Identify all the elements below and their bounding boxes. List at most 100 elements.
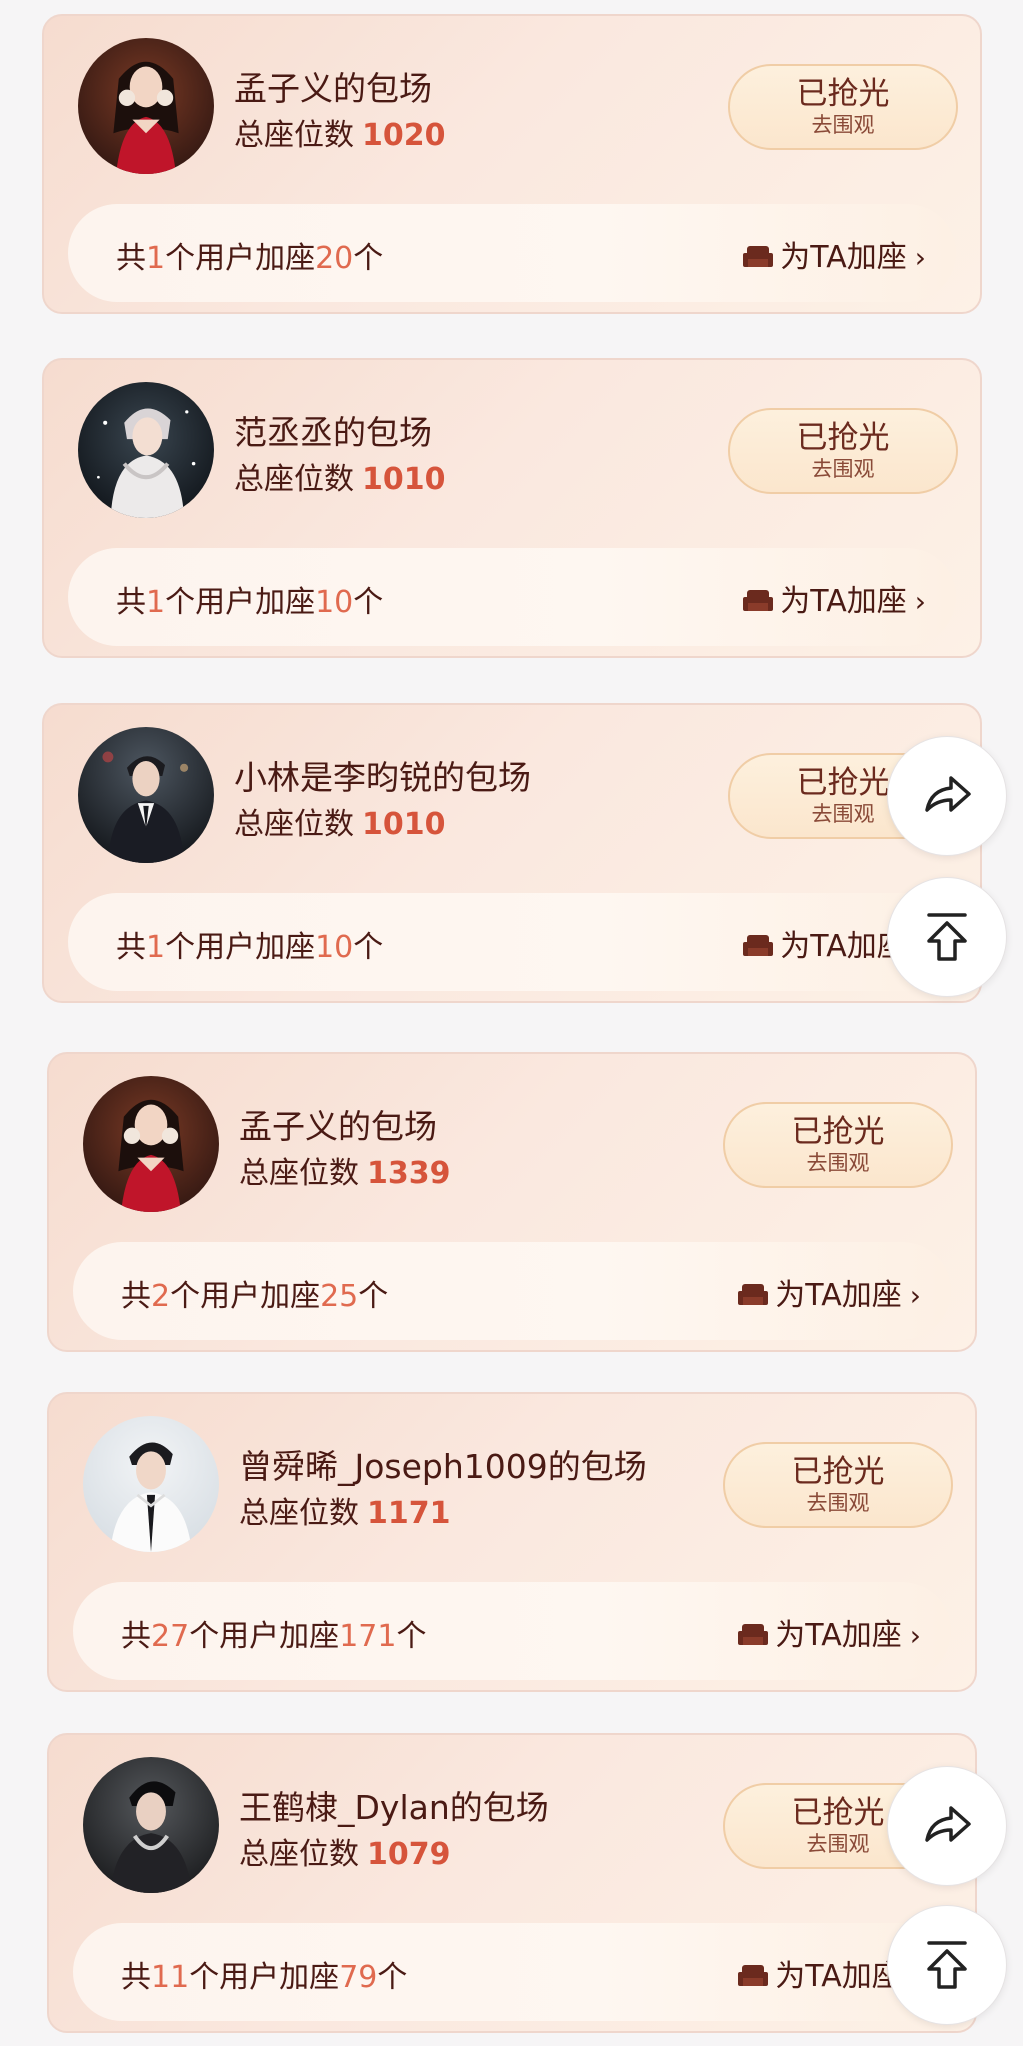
summary-user-count: 1 <box>146 585 166 620</box>
add-seat-summary: 共1个用户加座20个 <box>116 233 383 277</box>
sold-out-label: 已抢光 <box>791 1114 885 1150</box>
total-seats-label: 总座位数 <box>234 118 354 153</box>
sofa-icon <box>742 587 774 623</box>
total-seats-count: 1010 <box>362 807 446 842</box>
summary-user-count: 11 <box>151 1960 190 1995</box>
sold-out-button[interactable]: 已抢光 去围观 <box>723 1442 953 1528</box>
package-card[interactable]: 王鹤棣_Dylan的包场 总座位数 1079 已抢光 去围观 共11个用户加座79… <box>47 1733 977 2033</box>
avatar[interactable] <box>83 1416 219 1552</box>
sold-out-button[interactable]: 已抢光 去围观 <box>728 408 958 494</box>
seat-package-list: 孟子义的包场 总座位数 1020 已抢光 去围观 共1个用户加座20个 为TA加座… <box>0 0 1023 2046</box>
add-seat-label: 为TA加座 <box>775 1278 902 1313</box>
summary-seat-count: 10 <box>315 585 354 620</box>
total-seats: 总座位数 1010 <box>234 454 446 498</box>
summary-prefix: 共 <box>121 1279 151 1314</box>
package-title: 范丞丞的包场 <box>234 413 432 452</box>
total-seats-label: 总座位数 <box>239 1496 359 1531</box>
package-card[interactable]: 孟子义的包场 总座位数 1339 已抢光 去围观 共2个用户加座25个 为TA加座… <box>47 1052 977 1352</box>
chevron-right-icon: › <box>914 585 926 618</box>
summary-seat-count: 20 <box>315 241 354 276</box>
summary-suffix: 个 <box>358 1279 389 1314</box>
avatar[interactable] <box>78 38 214 174</box>
add-seat-summary: 共27个用户加座171个 <box>121 1611 426 1655</box>
avatar[interactable] <box>83 1076 219 1212</box>
sofa-icon <box>737 1281 769 1317</box>
summary-user-count: 1 <box>146 241 166 276</box>
package-title: 孟子义的包场 <box>234 69 432 108</box>
avatar-suit-man-night-icon <box>78 727 214 863</box>
sold-out-label: 已抢光 <box>796 420 890 456</box>
share-arrow-icon <box>925 1806 971 1842</box>
summary-user-count: 2 <box>151 1279 171 1314</box>
total-seats: 总座位数 1171 <box>239 1488 451 1532</box>
summary-suffix: 个 <box>353 930 384 965</box>
sofa-icon <box>737 1962 769 1998</box>
chevron-right-icon: › <box>909 1619 921 1652</box>
add-seat-bar: 共2个用户加座25个 为TA加座 › <box>73 1242 951 1340</box>
total-seats-label: 总座位数 <box>239 1837 359 1872</box>
add-seat-label: 为TA加座 <box>780 240 907 275</box>
add-seat-button[interactable]: 为TA加座› <box>737 1270 921 1317</box>
package-card[interactable]: 孟子义的包场 总座位数 1020 已抢光 去围观 共1个用户加座20个 为TA加座… <box>42 14 982 314</box>
back-to-top-icon <box>927 913 967 961</box>
total-seats-count: 1020 <box>362 118 446 153</box>
avatar-white-hoodie-man-icon <box>78 382 214 518</box>
total-seats: 总座位数 1020 <box>234 110 446 154</box>
avatar-red-dress-woman-icon <box>78 38 214 174</box>
total-seats: 总座位数 1079 <box>239 1829 451 1873</box>
back-to-top-button[interactable] <box>887 1905 1007 2025</box>
total-seats: 总座位数 1010 <box>234 799 446 843</box>
share-arrow-icon <box>925 776 971 812</box>
summary-prefix: 共 <box>116 241 146 276</box>
avatar-dark-suit-man-icon <box>83 1757 219 1893</box>
add-seat-label: 为TA加座 <box>775 1959 902 1994</box>
avatar[interactable] <box>78 382 214 518</box>
sold-out-label: 已抢光 <box>791 1454 885 1490</box>
avatar[interactable] <box>83 1757 219 1893</box>
summary-prefix: 共 <box>116 930 146 965</box>
summary-suffix: 个 <box>377 1960 408 1995</box>
summary-mid: 个用户加座 <box>165 930 316 965</box>
total-seats-count: 1171 <box>367 1496 451 1531</box>
summary-mid: 个用户加座 <box>189 1960 340 1995</box>
summary-seat-count: 25 <box>320 1279 359 1314</box>
summary-user-count: 27 <box>151 1619 190 1654</box>
total-seats-label: 总座位数 <box>234 462 354 497</box>
summary-prefix: 共 <box>116 585 146 620</box>
total-seats-count: 1079 <box>367 1837 451 1872</box>
summary-mid: 个用户加座 <box>189 1619 340 1654</box>
add-seat-bar: 共27个用户加座171个 为TA加座 › <box>73 1582 951 1680</box>
sofa-icon <box>737 1621 769 1657</box>
avatar[interactable] <box>78 727 214 863</box>
add-seat-button[interactable]: 为TA加座› <box>742 232 926 279</box>
back-to-top-button[interactable] <box>887 877 1007 997</box>
total-seats-count: 1339 <box>367 1156 451 1191</box>
package-card[interactable]: 曾舜晞_Joseph1009的包场 总座位数 1171 已抢光 去围观 共27个用… <box>47 1392 977 1692</box>
chevron-right-icon: › <box>914 241 926 274</box>
summary-suffix: 个 <box>396 1619 427 1654</box>
package-card[interactable]: 范丞丞的包场 总座位数 1010 已抢光 去围观 共1个用户加座10个 为TA加座… <box>42 358 982 658</box>
summary-mid: 个用户加座 <box>165 241 316 276</box>
share-button[interactable] <box>887 1766 1007 1886</box>
go-watch-label: 去围观 <box>806 1491 870 1515</box>
summary-suffix: 个 <box>353 585 384 620</box>
summary-seat-count: 79 <box>339 1960 378 1995</box>
share-button[interactable] <box>887 736 1007 856</box>
add-seat-bar: 共1个用户加座10个 为TA加座› <box>68 893 956 991</box>
sold-out-button[interactable]: 已抢光 去围观 <box>728 64 958 150</box>
go-watch-label: 去围观 <box>811 113 875 137</box>
avatar-white-shirt-tie-man-icon <box>83 1416 219 1552</box>
total-seats-count: 1010 <box>362 462 446 497</box>
summary-user-count: 1 <box>146 930 166 965</box>
add-seat-button[interactable]: 为TA加座› <box>737 1610 921 1657</box>
sofa-icon <box>742 243 774 279</box>
package-card[interactable]: 小林是李昀锐的包场 总座位数 1010 已抢光 去围观 共1个用户加座10个 为T… <box>42 703 982 1003</box>
add-seat-bar: 共11个用户加座79个 为TA加座› <box>73 1923 951 2021</box>
summary-mid: 个用户加座 <box>165 585 316 620</box>
add-seat-summary: 共2个用户加座25个 <box>121 1271 388 1315</box>
add-seat-button[interactable]: 为TA加座› <box>742 576 926 623</box>
package-title: 孟子义的包场 <box>239 1107 437 1146</box>
summary-seat-count: 171 <box>339 1619 397 1654</box>
package-title: 王鹤棣_Dylan的包场 <box>239 1788 549 1827</box>
sold-out-button[interactable]: 已抢光 去围观 <box>723 1102 953 1188</box>
